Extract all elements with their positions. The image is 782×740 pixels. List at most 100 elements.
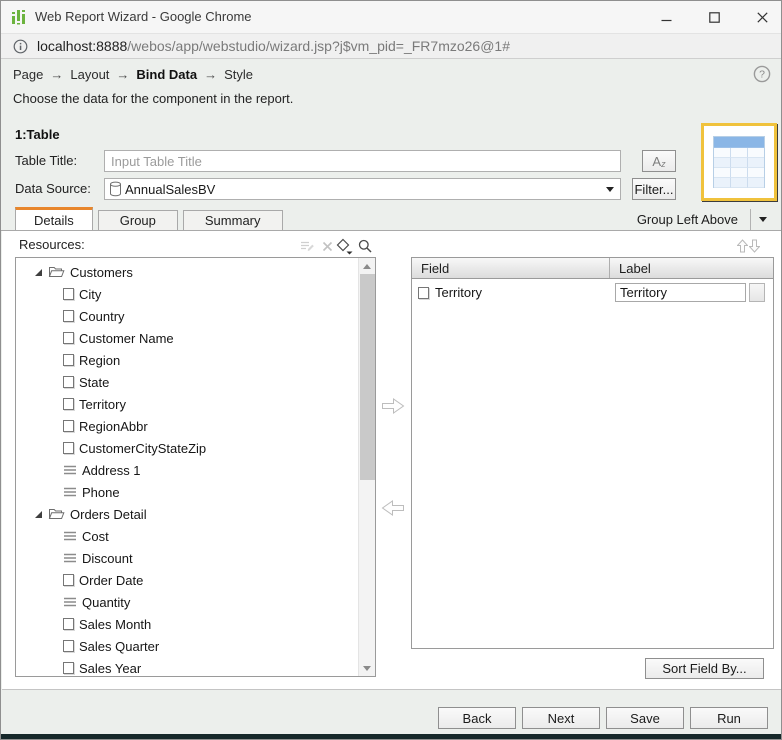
tree-item-sales-quarter[interactable]: Sales Quarter	[63, 635, 358, 657]
save-button[interactable]: Save	[606, 707, 684, 729]
title-font-button[interactable]: Az	[642, 150, 676, 172]
breadcrumb: Page→Layout→Bind Data→Style	[13, 67, 253, 82]
tree-item-orders-detail[interactable]: Orders Detail	[34, 503, 358, 525]
field-box-icon	[63, 420, 74, 432]
add-field-arrow-icon[interactable]	[381, 397, 405, 420]
tree-item-label: Order Date	[79, 573, 143, 588]
address-bar[interactable]: localhost:8888/webos/app/webstudio/wizar…	[1, 33, 781, 59]
data-source-select[interactable]: AnnualSalesBV	[104, 178, 621, 200]
run-button[interactable]: Run	[690, 707, 768, 729]
tree-item-customercitystatezip[interactable]: CustomerCityStateZip	[63, 437, 358, 459]
tree-item-label: Customers	[70, 265, 133, 280]
tree-item-sales-year[interactable]: Sales Year	[63, 657, 358, 676]
field-box-icon	[63, 398, 74, 410]
expand-collapse-icon[interactable]	[336, 238, 354, 254]
app-icon	[11, 9, 27, 25]
resources-tree: Customers City Country Customer Name Region S…	[16, 258, 358, 676]
field-table-panel: Field Label Territory	[411, 257, 774, 649]
url-path: /webos/app/webstudio/wizard.jsp?j$vm_pid…	[127, 38, 510, 54]
tree-item-territory[interactable]: Territory	[63, 393, 358, 415]
breadcrumb-step-bind-data[interactable]: Bind Data	[136, 67, 197, 82]
tree-item-label: City	[79, 287, 101, 302]
tree-expander-icon[interactable]	[34, 268, 43, 277]
url-text[interactable]: localhost:8888/webos/app/webstudio/wizar…	[37, 34, 510, 59]
breadcrumb-step-page[interactable]: Page	[13, 67, 43, 82]
tree-item-discount[interactable]: Discount	[63, 547, 358, 569]
field-lines-icon	[63, 596, 77, 608]
info-icon[interactable]	[13, 39, 28, 59]
field-box-icon	[63, 376, 74, 388]
field-box-icon	[63, 662, 74, 674]
remove-field-arrow-icon[interactable]	[381, 499, 405, 522]
tree-item-customer-name[interactable]: Customer Name	[63, 327, 358, 349]
tree-scrollbar[interactable]	[358, 258, 375, 676]
next-button[interactable]: Next	[522, 707, 600, 729]
tree-expander-icon[interactable]	[34, 510, 43, 519]
field-box-icon	[63, 310, 74, 322]
label-options-button[interactable]	[749, 283, 765, 302]
field-box-icon	[418, 287, 429, 299]
tree-item-label: Sales Year	[79, 661, 141, 676]
move-up-icon[interactable]	[737, 239, 748, 258]
tab-summary[interactable]: Summary	[183, 210, 283, 231]
delete-icon[interactable]	[318, 238, 336, 254]
filter-button[interactable]: Filter...	[632, 178, 676, 200]
field-table-header: Field Label	[412, 258, 773, 279]
close-button[interactable]	[745, 1, 779, 33]
field-box-icon	[63, 288, 74, 300]
tree-item-label: Orders Detail	[70, 507, 147, 522]
tree-item-state[interactable]: State	[63, 371, 358, 393]
field-box-icon	[63, 574, 74, 586]
tree-item-cost[interactable]: Cost	[63, 525, 358, 547]
minimize-button[interactable]	[649, 1, 683, 33]
wizard-description: Choose the data for the component in the…	[13, 91, 293, 106]
tree-item-label: Customer Name	[79, 331, 174, 346]
tree-item-country[interactable]: Country	[63, 305, 358, 327]
search-icon[interactable]	[356, 238, 374, 254]
field-box-icon	[63, 332, 74, 344]
tree-item-label: Quantity	[82, 595, 130, 610]
details-tab-content: Resources: CustomersCityCountryCustomer …	[2, 231, 782, 690]
field-box-icon	[63, 354, 74, 366]
minimize-icon	[661, 12, 672, 23]
column-header-field[interactable]: Field	[412, 258, 610, 278]
field-lines-icon	[63, 464, 77, 476]
tree-item-phone[interactable]: Phone	[63, 481, 358, 503]
group-position-dropdown[interactable]: Group Left Above	[637, 208, 773, 231]
tree-item-region[interactable]: Region	[63, 349, 358, 371]
move-down-icon[interactable]	[749, 239, 760, 258]
data-source-value: AnnualSalesBV	[125, 182, 606, 197]
tab-details[interactable]: Details	[15, 207, 93, 231]
tree-item-order-date[interactable]: Order Date	[63, 569, 358, 591]
label-input[interactable]	[615, 283, 746, 302]
folder-icon	[48, 507, 65, 521]
breadcrumb-step-layout[interactable]: Layout	[70, 67, 109, 82]
scroll-down-icon[interactable]	[359, 660, 375, 676]
tree-item-label: Phone	[82, 485, 120, 500]
scroll-up-icon[interactable]	[359, 258, 375, 274]
edit-fields-icon[interactable]	[298, 238, 316, 254]
tree-item-customers[interactable]: Customers	[34, 261, 358, 283]
column-header-label[interactable]: Label	[610, 258, 773, 278]
field-cell[interactable]: Territory	[412, 285, 610, 300]
maximize-button[interactable]	[697, 1, 731, 33]
tab-group[interactable]: Group	[98, 210, 178, 231]
tree-item-quantity[interactable]: Quantity	[63, 591, 358, 613]
tree-item-label: State	[79, 375, 109, 390]
breadcrumb-step-style[interactable]: Style	[224, 67, 253, 82]
breadcrumb-arrow-icon: →	[116, 67, 129, 82]
sort-field-by-button[interactable]: Sort Field By...	[645, 658, 764, 679]
table-title-label: Table Title:	[15, 153, 77, 168]
help-icon[interactable]: ?	[753, 65, 771, 83]
table-preview-tile[interactable]	[701, 123, 777, 201]
scrollbar-thumb[interactable]	[360, 274, 375, 480]
back-button[interactable]: Back	[438, 707, 516, 729]
tree-item-regionabbr[interactable]: RegionAbbr	[63, 415, 358, 437]
database-icon	[109, 181, 122, 197]
tree-item-city[interactable]: City	[63, 283, 358, 305]
tree-item-label: Sales Month	[79, 617, 151, 632]
table-title-input[interactable]	[104, 150, 621, 172]
tree-item-sales-month[interactable]: Sales Month	[63, 613, 358, 635]
field-lines-icon	[63, 552, 77, 564]
tree-item-address-1[interactable]: Address 1	[63, 459, 358, 481]
